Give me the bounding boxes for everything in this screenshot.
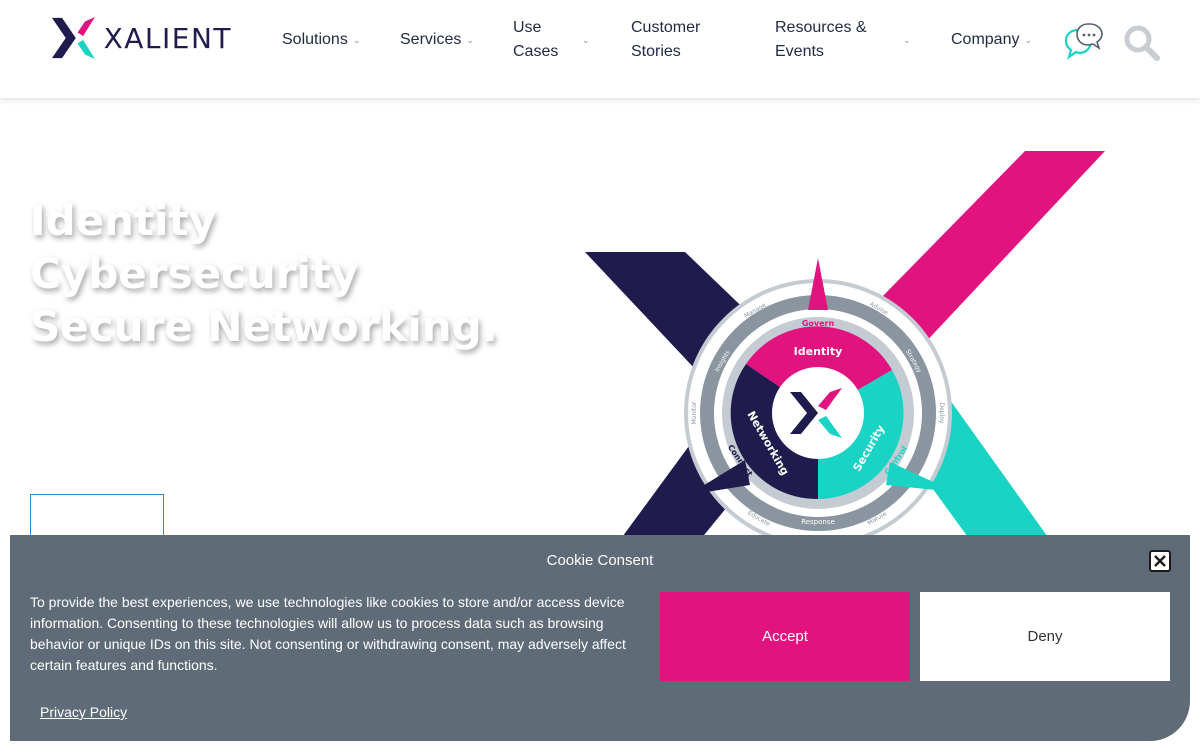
ring-govern-label: Govern bbox=[802, 319, 835, 328]
outer-deploy-label: Deploy bbox=[938, 402, 945, 423]
chevron-down-icon: ⌄ bbox=[903, 35, 911, 45]
nav-resources-events-line2: Events bbox=[775, 43, 824, 60]
nav-solutions-label: Solutions bbox=[282, 31, 348, 48]
nav-use-cases-line1: Use bbox=[513, 19, 542, 36]
nav-resources-events-line1: Resources & bbox=[775, 19, 867, 36]
xalient-logo[interactable]: XALIENT bbox=[52, 15, 232, 61]
nav-use-cases-label: Use Cases bbox=[513, 16, 573, 64]
nav-use-cases[interactable]: Use Cases ⌄ bbox=[513, 16, 590, 64]
chevron-down-icon: ⌄ bbox=[352, 35, 361, 45]
xalient-logo-mark-icon bbox=[52, 16, 95, 60]
nav-customer-stories[interactable]: Customer Stories bbox=[631, 16, 721, 64]
chat-bubbles-icon[interactable] bbox=[1064, 22, 1104, 60]
nav-customer-stories-label: Customer Stories bbox=[631, 16, 721, 64]
outer-response-label: Response bbox=[801, 518, 835, 526]
nav-company[interactable]: Company ⌄ bbox=[951, 28, 1032, 52]
logo-wordmark: XALIENT bbox=[103, 21, 232, 55]
chevron-down-icon: ⌄ bbox=[466, 35, 474, 45]
chevron-down-icon: ⌄ bbox=[582, 35, 590, 45]
nav-services[interactable]: Services ⌄ bbox=[400, 28, 474, 52]
site-header: XALIENT Solutions ⌄ Services ⌄ Use Cases… bbox=[0, 0, 1200, 98]
close-icon bbox=[1154, 555, 1166, 567]
nav-resources-events[interactable]: Resources & Events ⌄ bbox=[775, 16, 911, 64]
cookie-title: Cookie Consent bbox=[546, 552, 654, 569]
hero-line-cybersecurity: Cybersecurity bbox=[30, 249, 359, 298]
nav-resources-events-label: Resources & Events bbox=[775, 16, 897, 64]
nav-solutions[interactable]: Solutions ⌄ bbox=[282, 28, 360, 52]
search-icon[interactable] bbox=[1124, 25, 1160, 61]
xalient-wheel-graphic: Identity Security Networking Govern Cont… bbox=[585, 151, 1105, 547]
segment-identity-label: Identity bbox=[794, 345, 843, 358]
hero-line-identity: Identity bbox=[30, 196, 217, 245]
outer-monitor-label: Monitor bbox=[691, 401, 698, 424]
hero-line-secure-networking: Secure Networking. bbox=[30, 302, 498, 351]
deny-button[interactable]: Deny bbox=[920, 592, 1170, 681]
nav-services-label: Services bbox=[400, 31, 462, 48]
chevron-down-icon: ⌄ bbox=[1024, 35, 1033, 45]
nav-company-label: Company bbox=[951, 31, 1020, 48]
privacy-policy-link[interactable]: Privacy Policy bbox=[40, 704, 127, 720]
cookie-consent-banner: Cookie Consent To provide the best exper… bbox=[10, 535, 1190, 741]
accept-button[interactable]: Accept bbox=[660, 592, 910, 681]
cookie-message: To provide the best experiences, we use … bbox=[30, 594, 626, 673]
nav-use-cases-line2: Cases bbox=[513, 43, 559, 60]
nav-customer-stories-line2: Stories bbox=[631, 43, 681, 60]
nav-customer-stories-line1: Customer bbox=[631, 19, 701, 36]
cookie-close-button[interactable] bbox=[1149, 550, 1171, 572]
